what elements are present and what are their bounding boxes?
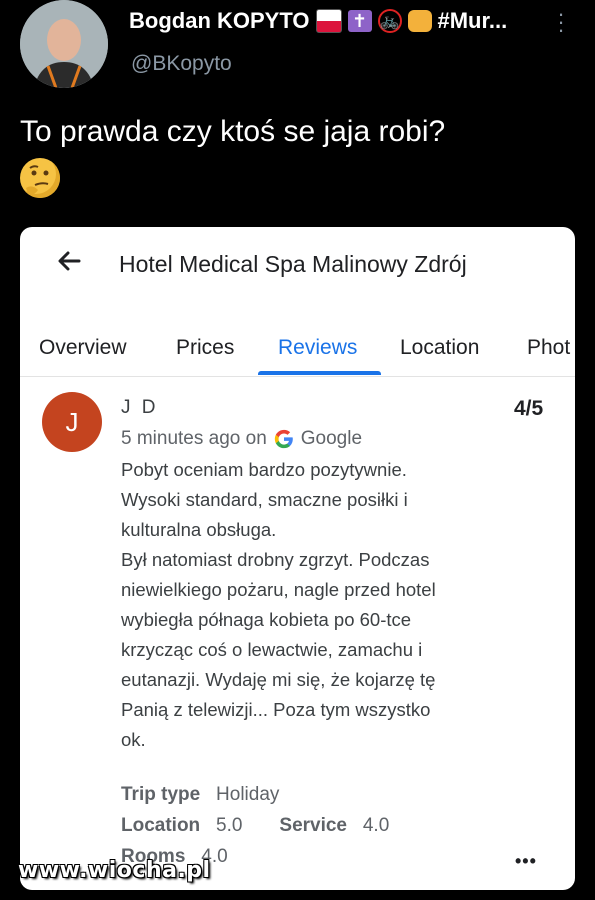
tab-prices[interactable]: Prices <box>176 336 234 360</box>
flag-poland-icon <box>315 9 342 33</box>
service-rating-value: 4.0 <box>362 815 390 836</box>
location-rating-value: 5.0 <box>216 815 243 836</box>
review-time: 5 minutes ago on <box>121 428 267 449</box>
trip-type-row: Trip type Holiday <box>121 784 279 806</box>
location-rating-label: Location <box>121 815 201 836</box>
tab-overview[interactable]: Overview <box>39 336 127 360</box>
display-name-row[interactable]: Bogdan KOPYTO ✝ 🚲 #Mur... <box>129 8 507 34</box>
hotel-title: Hotel Medical Spa Malinowy Zdrój <box>119 251 467 277</box>
back-arrow-icon[interactable] <box>53 245 85 277</box>
google-g-icon <box>274 429 293 449</box>
review-line: eutanazji. Wydaję mi się, że kojarzę tę <box>121 669 436 690</box>
watermark: www.wiocha.pl <box>18 858 211 883</box>
user-handle[interactable]: @BKopyto <box>131 52 232 76</box>
trip-type-label: Trip type <box>121 784 201 805</box>
active-tab-indicator <box>258 371 381 375</box>
review-more-options-icon[interactable]: ••• <box>515 851 537 872</box>
more-options-icon[interactable]: · · · <box>556 3 566 41</box>
review-text: Pobyt oceniam bardzo pozytywnie. Wysoki … <box>121 455 531 755</box>
thinking-face-icon <box>20 158 60 198</box>
service-rating-label: Service <box>279 815 348 836</box>
review-line: kulturalna obsługa. <box>121 519 277 540</box>
review-source: Google <box>300 428 363 449</box>
review-line: krzycząc coś o lewactwie, zamachu i <box>121 639 423 660</box>
tab-photos[interactable]: Phot <box>527 336 570 360</box>
review-rating: 4/5 <box>514 397 544 420</box>
profile-avatar[interactable] <box>20 0 108 88</box>
ratings-row: Location 5.0 Service 4.0 <box>121 815 389 837</box>
reviewer-name[interactable]: J D <box>121 397 159 419</box>
fist-icon <box>407 10 432 32</box>
review-line: wybiegła półnaga kobieta po 60-tce <box>121 609 412 630</box>
latin-cross-icon: ✝ <box>347 10 372 32</box>
display-name: Bogdan KOPYTO <box>129 8 310 33</box>
review-line: Panią z telewizji... Poza tym wszystko <box>121 699 431 720</box>
tab-reviews[interactable]: Reviews <box>278 336 357 360</box>
review-line: Pobyt oceniam bardzo pozytywnie. <box>121 459 407 480</box>
tab-location[interactable]: Location <box>400 336 479 360</box>
review-line: niewielkiego pożaru, nagle przed hotel <box>121 579 436 600</box>
hotel-review-card: Hotel Medical Spa Malinowy Zdrój Overvie… <box>20 227 575 890</box>
review-line: Wysoki standard, smaczne posiłki i <box>121 489 408 510</box>
display-name-suffix: #Mur... <box>437 8 508 33</box>
tweet-text: To prawda czy ktoś se jaja robi? <box>20 115 446 148</box>
trip-type-value: Holiday <box>216 784 280 805</box>
reviewer-avatar[interactable]: J <box>42 392 102 452</box>
review-line: ok. <box>121 729 146 750</box>
review-meta: 5 minutes ago on Google <box>121 428 362 450</box>
review-line: Był natomiast drobny zgrzyt. Podczas <box>121 549 430 570</box>
no-bicycles-icon: 🚲 <box>377 9 402 33</box>
